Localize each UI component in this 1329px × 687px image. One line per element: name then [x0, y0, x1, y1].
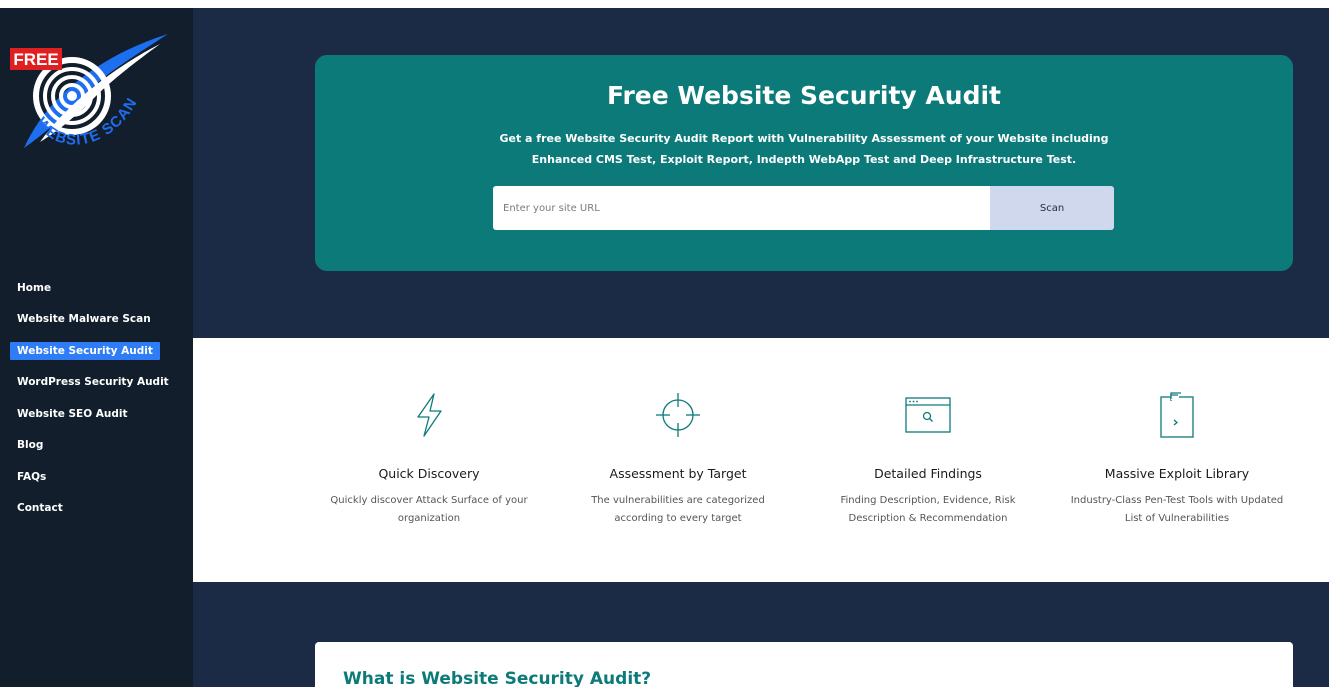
hero-title: Free Website Security Audit	[606, 81, 1001, 110]
site-url-input[interactable]	[493, 186, 990, 230]
nav-link-blog[interactable]: Blog	[10, 436, 50, 454]
nav-link-faqs[interactable]: FAQs	[10, 468, 53, 486]
feature-text: Quickly discover Attack Surface of your …	[330, 495, 528, 524]
main-content: Free Website Security Audit Get a free W…	[193, 8, 1329, 687]
hero-card: Free Website Security Audit Get a free W…	[315, 55, 1293, 271]
nav-link-home[interactable]: Home	[10, 279, 58, 297]
scan-form: Scan	[493, 186, 1114, 230]
feature-title: Quick Discovery	[378, 466, 480, 481]
sidebar: FREE WEBSITE SCAN Home Website Malware S…	[0, 8, 193, 687]
feature-title: Detailed Findings	[874, 466, 982, 481]
section-heading: What is Website Security Audit?	[343, 669, 652, 687]
sidebar-item-wordpress-audit: WordPress Security Audit	[10, 367, 185, 399]
features-section: Quick Discovery Quickly discover Attack …	[193, 338, 1329, 582]
hero-section: Free Website Security Audit Get a free W…	[193, 8, 1329, 338]
nav-link-contact[interactable]: Contact	[10, 499, 70, 517]
feature-text: The vulnerabilities are categorized acco…	[591, 495, 765, 524]
sidebar-item-contact: Contact	[10, 493, 185, 525]
info-card: What is Website Security Audit?	[315, 642, 1293, 687]
feature-text: Industry-Class Pen-Test Tools with Updat…	[1070, 495, 1284, 524]
sidebar-item-faqs: FAQs	[10, 461, 185, 493]
browser-search-icon	[905, 397, 951, 433]
crosshair-icon	[656, 393, 700, 437]
hero-description: Get a free Website Security Audit Report…	[499, 132, 1109, 166]
lightning-icon	[417, 393, 442, 437]
sidebar-item-malware-scan: Website Malware Scan	[10, 304, 185, 336]
site-logo[interactable]: FREE WEBSITE SCAN	[10, 30, 170, 160]
sidebar-item-blog: Blog	[10, 430, 185, 462]
eye-logo-icon: FREE WEBSITE SCAN	[10, 34, 168, 149]
feature-title: Massive Exploit Library	[1104, 466, 1250, 481]
feature-title: Assessment by Target	[609, 466, 747, 481]
nav-link-seo-audit[interactable]: Website SEO Audit	[10, 405, 135, 423]
logo-badge-text: FREE	[13, 50, 58, 69]
sidebar-item-seo-audit: Website SEO Audit	[10, 398, 185, 430]
sidebar-nav: Home Website Malware Scan Website Securi…	[10, 272, 185, 524]
sidebar-item-security-audit: Website Security Audit	[10, 335, 185, 367]
top-bar	[0, 0, 1329, 8]
scan-button[interactable]: Scan	[990, 186, 1114, 230]
info-section: What is Website Security Audit?	[193, 582, 1329, 687]
nav-link-malware-scan[interactable]: Website Malware Scan	[10, 310, 158, 328]
nav-link-security-audit[interactable]: Website Security Audit	[10, 341, 160, 360]
clipboard-icon	[1160, 392, 1194, 438]
feature-text: Finding Description, Evidence, Risk Desc…	[840, 495, 1016, 524]
nav-link-wordpress-audit[interactable]: WordPress Security Audit	[10, 373, 176, 391]
sidebar-item-home: Home	[10, 272, 185, 304]
